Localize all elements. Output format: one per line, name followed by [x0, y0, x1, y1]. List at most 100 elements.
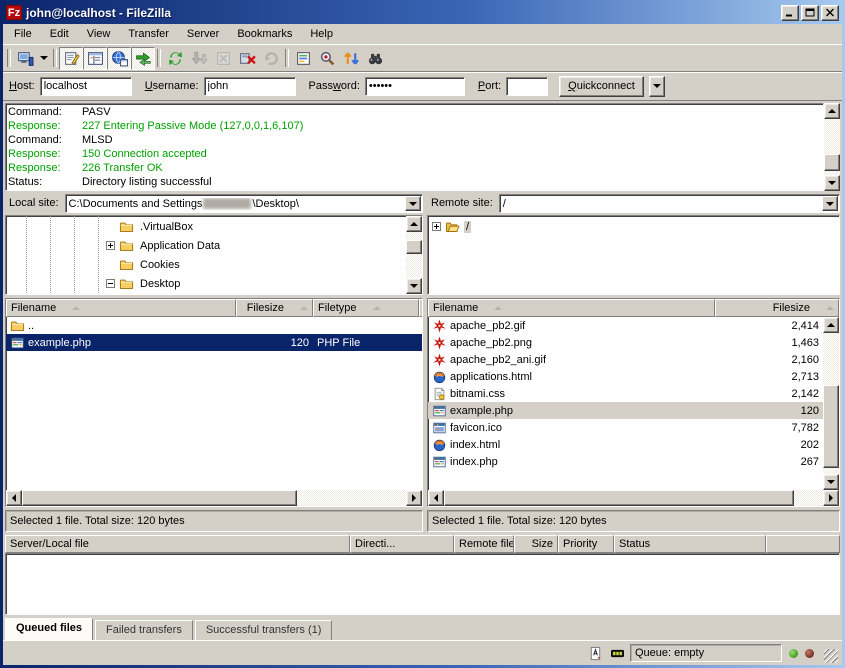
username-input[interactable] [204, 77, 296, 96]
maximize-button[interactable] [801, 5, 819, 21]
column-header[interactable]: Filename [6, 299, 236, 317]
file-row[interactable]: apache_pb2.gif 2,414 [428, 317, 823, 334]
column-header[interactable]: Filename [428, 299, 715, 317]
scrollbar-thumb[interactable] [22, 490, 297, 506]
remote-list-vscrollbar[interactable] [823, 317, 839, 490]
php-file-icon [432, 455, 447, 469]
php-file-icon [432, 404, 447, 418]
scrollbar-thumb[interactable] [824, 154, 840, 171]
apache-file-icon [432, 336, 447, 350]
title-bar[interactable]: Fz john@localhost - FileZilla [3, 1, 842, 24]
column-header[interactable]: Remote file [454, 535, 514, 553]
local-tree-toggle-icon[interactable] [83, 47, 107, 70]
column-header[interactable]: Directi... [350, 535, 454, 553]
quickconnect-dropdown[interactable] [649, 76, 665, 97]
scroll-up-icon[interactable] [823, 317, 839, 333]
column-header[interactable]: Size [514, 535, 558, 553]
filter-icon[interactable] [291, 47, 315, 70]
find-files-icon[interactable] [363, 47, 387, 70]
toolbar-separator[interactable] [283, 47, 291, 70]
file-row[interactable]: index.html 202 [428, 436, 823, 453]
local-list-hscrollbar[interactable] [6, 490, 422, 506]
scroll-up-icon[interactable] [406, 216, 422, 232]
menu-item[interactable]: Edit [41, 26, 78, 43]
file-row[interactable]: index.php 267 [428, 453, 823, 470]
minimize-button[interactable] [781, 5, 799, 21]
column-header[interactable]: Filesize [715, 299, 839, 317]
tree-expander[interactable] [106, 241, 115, 250]
site-manager-dropdown-icon[interactable] [37, 47, 51, 70]
reconnect-icon[interactable] [259, 47, 283, 70]
process-queue-icon[interactable] [187, 47, 211, 70]
local-tree-scrollbar[interactable] [406, 216, 422, 294]
file-row[interactable]: bitnami.css 2,142 [428, 385, 823, 402]
cancel-operation-icon[interactable] [211, 47, 235, 70]
message-log-toggle-icon[interactable] [59, 47, 83, 70]
password-input[interactable] [365, 77, 465, 96]
chevron-down-icon[interactable] [405, 196, 421, 211]
menu-item[interactable]: View [78, 26, 120, 43]
column-header[interactable]: Filetype [313, 299, 419, 317]
column-header[interactable]: Priority [558, 535, 614, 553]
file-row[interactable]: apache_pb2.png 1,463 [428, 334, 823, 351]
scroll-left-icon[interactable] [6, 490, 22, 506]
toolbar-separator[interactable] [155, 47, 163, 70]
log-scrollbar[interactable] [824, 103, 840, 191]
site-manager-icon[interactable] [13, 47, 37, 70]
scroll-left-icon[interactable] [428, 490, 444, 506]
scrollbar-thumb[interactable] [823, 385, 839, 468]
menu-item[interactable]: Transfer [119, 26, 178, 43]
menu-item[interactable]: Server [178, 26, 228, 43]
queue-toggle-icon[interactable] [131, 47, 155, 70]
resize-grip[interactable] [824, 649, 838, 663]
scroll-right-icon[interactable] [406, 490, 422, 506]
queue-tab[interactable]: Queued files [5, 618, 93, 640]
tree-item[interactable]: Desktop [6, 274, 406, 293]
column-header[interactable]: Status [614, 535, 766, 553]
scroll-down-icon[interactable] [823, 474, 839, 490]
file-row[interactable]: .. [6, 317, 422, 334]
synchronized-browsing-icon[interactable] [339, 47, 363, 70]
tree-item[interactable]: .VirtualBox [6, 217, 406, 236]
column-header[interactable]: Filesize [236, 299, 313, 317]
tree-expander[interactable] [106, 279, 115, 288]
scroll-up-icon[interactable] [824, 103, 840, 119]
queue-tab[interactable]: Failed transfers [95, 620, 193, 640]
toolbar-separator[interactable] [5, 47, 13, 70]
tree-item[interactable]: Application Data [6, 236, 406, 255]
column-header[interactable] [766, 535, 840, 553]
file-row[interactable]: applications.html 2,713 [428, 368, 823, 385]
tree-item[interactable]: / [428, 217, 839, 236]
remote-site-combo[interactable]: / [499, 194, 840, 213]
compare-directories-icon[interactable] [315, 47, 339, 70]
toolbar-separator[interactable] [51, 47, 59, 70]
remote-tree-toggle-icon[interactable] [107, 47, 131, 70]
queue-tab[interactable]: Successful transfers (1) [195, 620, 333, 640]
file-row[interactable]: example.php 120 PHP File 1 [6, 334, 422, 351]
file-row[interactable]: favicon.ico 7,782 [428, 419, 823, 436]
menu-item[interactable]: Help [301, 26, 342, 43]
menu-item[interactable]: File [5, 26, 41, 43]
column-header[interactable]: Server/Local file [5, 535, 350, 553]
close-button[interactable] [821, 5, 839, 21]
scroll-down-icon[interactable] [824, 175, 840, 191]
local-path: C:\Documents and Settings\Desktop\ [66, 198, 404, 210]
queue-body[interactable] [5, 553, 840, 615]
menu-item[interactable]: Bookmarks [228, 26, 301, 43]
refresh-icon[interactable] [163, 47, 187, 70]
tree-expander[interactable] [432, 222, 441, 231]
scroll-down-icon[interactable] [406, 278, 422, 294]
quickconnect-button[interactable]: Quickconnect [559, 76, 644, 97]
port-input[interactable] [506, 77, 548, 96]
file-row[interactable]: apache_pb2_ani.gif 2,160 [428, 351, 823, 368]
scroll-right-icon[interactable] [823, 490, 839, 506]
disconnect-icon[interactable] [235, 47, 259, 70]
chevron-down-icon[interactable] [822, 196, 838, 211]
scrollbar-thumb[interactable] [406, 240, 422, 254]
host-input[interactable] [40, 77, 132, 96]
remote-list-hscrollbar[interactable] [428, 490, 839, 506]
file-row[interactable]: example.php 120 [428, 402, 823, 419]
local-site-combo[interactable]: C:\Documents and Settings\Desktop\ [65, 194, 423, 213]
tree-item[interactable]: Cookies [6, 255, 406, 274]
scrollbar-thumb[interactable] [444, 490, 794, 506]
